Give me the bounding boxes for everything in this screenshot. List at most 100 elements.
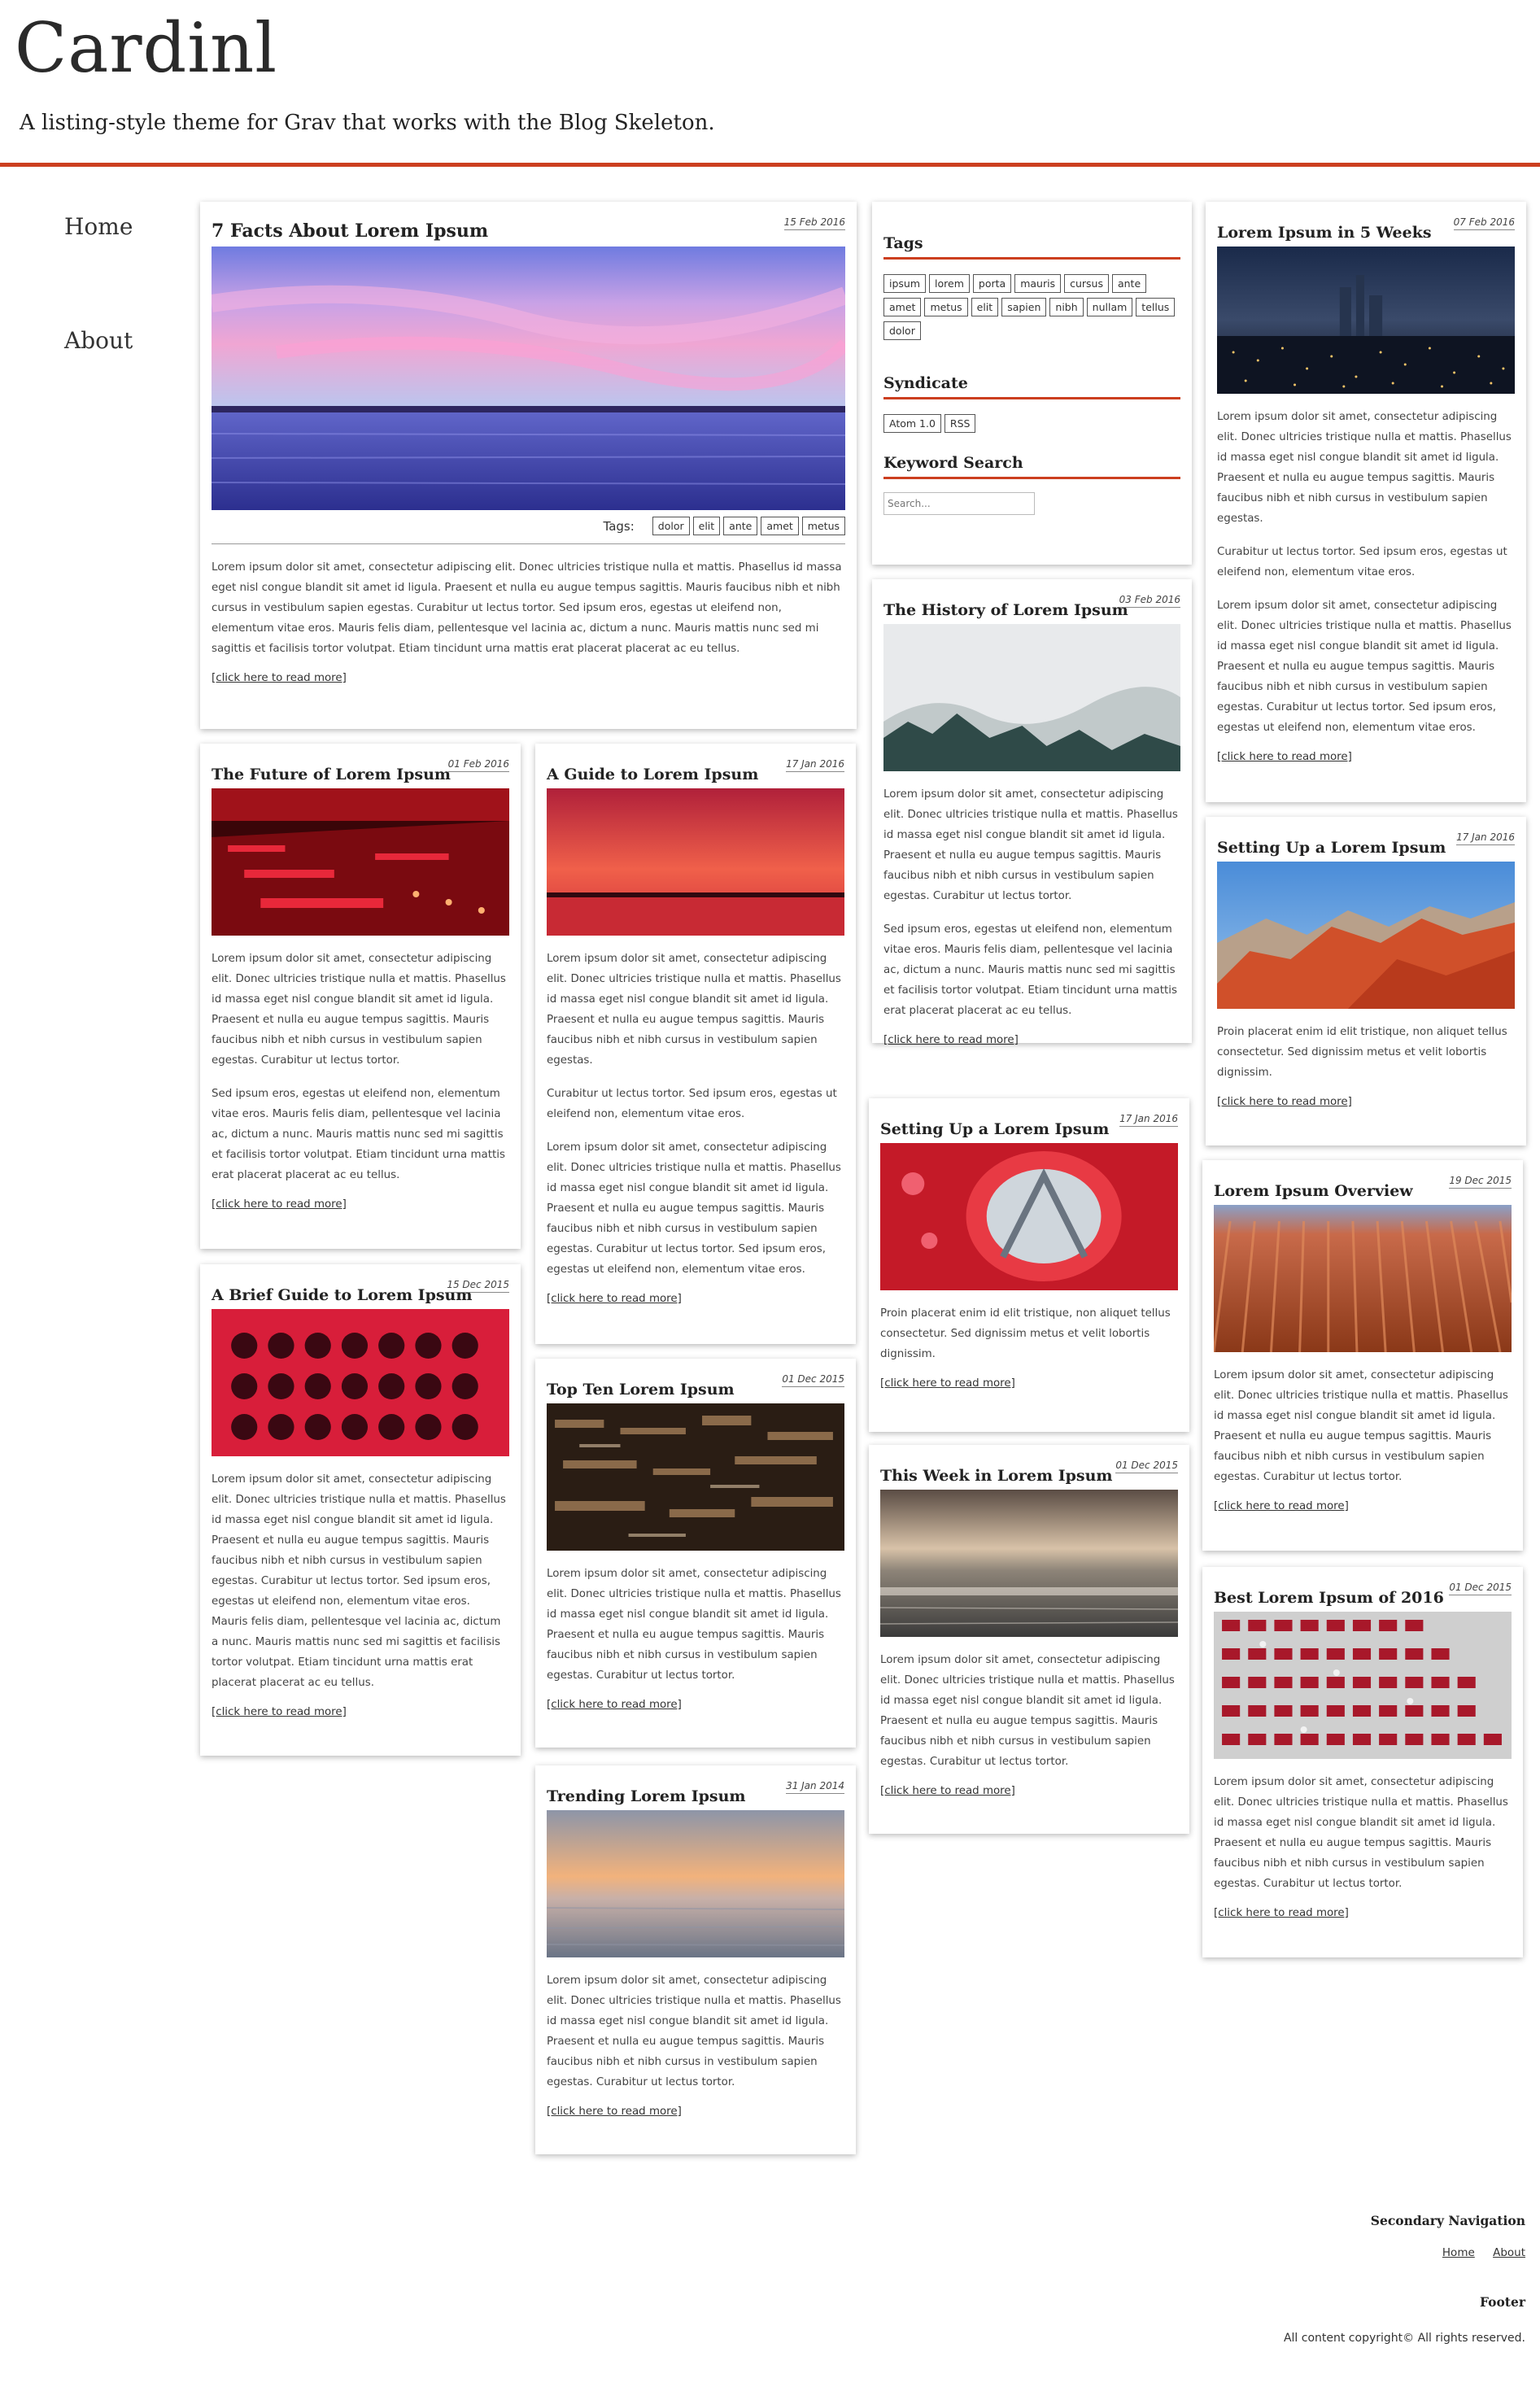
tag-chip[interactable]: ante: [1111, 274, 1147, 293]
post-excerpt: Lorem ipsum dolor sit amet, consectetur …: [1217, 600, 1512, 734]
post-excerpt: Curabitur ut lectus tortor. Sed ipsum er…: [1217, 546, 1507, 578]
post-image[interactable]: [547, 1403, 844, 1551]
post-card: Lorem Ipsum Overview 19 Dec 2015 Lorem i…: [1202, 1160, 1523, 1551]
divider: [212, 543, 845, 544]
syndicate-heading: Syndicate: [883, 374, 1180, 399]
post-date: 17 Jan 2016: [1119, 1113, 1178, 1127]
tag-chip[interactable]: dolor: [652, 517, 690, 535]
tag-chip[interactable]: porta: [972, 274, 1012, 293]
post-excerpt: Lorem ipsum dolor sit amet, consectetur …: [1214, 1776, 1508, 1890]
post-title[interactable]: Lorem Ipsum Overview: [1214, 1182, 1413, 1200]
post-date: 01 Feb 2016: [447, 758, 509, 772]
read-more-link[interactable]: [click here to read more]: [1217, 1096, 1352, 1108]
post-title[interactable]: A Brief Guide to Lorem Ipsum: [212, 1286, 472, 1304]
syndicate-links: Atom 1.0 RSS: [883, 414, 1180, 433]
tag-chip[interactable]: amet: [761, 517, 799, 535]
read-more-link[interactable]: [click here to read more]: [547, 1293, 682, 1305]
read-more-link[interactable]: [click here to read more]: [1214, 1907, 1349, 1919]
secondary-nav-label: Secondary Navigation: [1370, 2213, 1525, 2228]
post-image[interactable]: [212, 247, 845, 510]
post-image[interactable]: [1214, 1612, 1512, 1759]
tag-cloud: ipsum lorem porta mauris cursus ante ame…: [883, 274, 1180, 340]
post-date: 17 Jan 2016: [786, 758, 844, 772]
tag-chip[interactable]: ipsum: [883, 274, 927, 293]
post-title[interactable]: This Week in Lorem Ipsum: [880, 1467, 1113, 1485]
read-more-link[interactable]: [click here to read more]: [883, 1034, 1019, 1046]
post-title[interactable]: Setting Up a Lorem Ipsum: [880, 1120, 1109, 1138]
featured-post-card: 7 Facts About Lorem Ipsum 15 Feb 2016 Ta…: [200, 202, 857, 729]
post-title[interactable]: Lorem Ipsum in 5 Weeks: [1217, 224, 1432, 242]
nav-link-about[interactable]: About: [64, 327, 133, 354]
tag-chip[interactable]: metus: [801, 517, 845, 535]
tag-chip[interactable]: elit: [971, 298, 999, 316]
tag-chip[interactable]: lorem: [929, 274, 970, 293]
tag-chip[interactable]: sapien: [1001, 298, 1047, 316]
site-title[interactable]: Cardinl: [15, 8, 277, 88]
post-title[interactable]: The History of Lorem Ipsum: [883, 601, 1128, 619]
post-excerpt: Lorem ipsum dolor sit amet, consectetur …: [883, 788, 1178, 902]
post-card: Best Lorem Ipsum of 2016 01 Dec 2015 Lor…: [1202, 1567, 1523, 1957]
post-image[interactable]: [212, 788, 509, 936]
tag-chip[interactable]: amet: [883, 298, 922, 316]
post-title[interactable]: A Guide to Lorem Ipsum: [547, 766, 758, 783]
post-excerpt: Lorem ipsum dolor sit amet, consectetur …: [1214, 1369, 1508, 1483]
read-more-link[interactable]: [click here to read more]: [212, 1198, 347, 1211]
post-image[interactable]: [880, 1143, 1178, 1290]
read-more-link[interactable]: [click here to read more]: [212, 1706, 347, 1718]
read-more-link[interactable]: [click here to read more]: [880, 1377, 1015, 1390]
read-more-link[interactable]: [click here to read more]: [880, 1785, 1015, 1797]
read-more-link[interactable]: [click here to read more]: [1214, 1500, 1349, 1512]
tag-chip[interactable]: tellus: [1136, 298, 1176, 316]
tag-chip[interactable]: dolor: [883, 321, 921, 340]
post-date: 17 Jan 2016: [1456, 831, 1515, 845]
post-title[interactable]: Best Lorem Ipsum of 2016: [1214, 1589, 1444, 1607]
tag-chip[interactable]: metus: [924, 298, 968, 316]
nav-link-home[interactable]: Home: [64, 213, 133, 240]
post-image[interactable]: [880, 1490, 1178, 1637]
post-image[interactable]: [212, 1309, 509, 1456]
post-card: Lorem Ipsum in 5 Weeks 07 Feb 2016 Lorem…: [1206, 202, 1526, 802]
sidebar-card: Tags ipsum lorem porta mauris cursus ant…: [872, 202, 1192, 565]
post-title[interactable]: The Future of Lorem Ipsum: [212, 766, 451, 783]
tag-chip[interactable]: nullam: [1086, 298, 1133, 316]
post-title[interactable]: Top Ten Lorem Ipsum: [547, 1381, 735, 1399]
read-more-link[interactable]: [click here to read more]: [547, 2106, 682, 2118]
tag-chip[interactable]: elit: [692, 517, 721, 535]
tag-chip[interactable]: ante: [723, 517, 758, 535]
post-excerpt: Lorem ipsum dolor sit amet, consectetur …: [880, 1654, 1175, 1768]
post-title[interactable]: Setting Up a Lorem Ipsum: [1217, 839, 1446, 857]
post-card: A Guide to Lorem Ipsum 17 Jan 2016 Lorem…: [535, 744, 856, 1344]
post-image[interactable]: [1217, 247, 1515, 394]
post-title[interactable]: 7 Facts About Lorem Ipsum: [212, 220, 488, 242]
post-image[interactable]: [547, 788, 844, 936]
post-image[interactable]: [547, 1810, 844, 1957]
post-date: 07 Feb 2016: [1453, 216, 1515, 230]
post-card: The History of Lorem Ipsum 03 Feb 2016 L…: [872, 579, 1192, 1046]
post-card: This Week in Lorem Ipsum 01 Dec 2015 Lor…: [869, 1445, 1189, 1834]
post-title[interactable]: Trending Lorem Ipsum: [547, 1787, 746, 1805]
read-more-link[interactable]: [click here to read more]: [1217, 751, 1352, 763]
post-excerpt: Lorem ipsum dolor sit amet, consectetur …: [212, 1473, 506, 1689]
search-input[interactable]: [883, 492, 1035, 515]
post-card: Top Ten Lorem Ipsum 01 Dec 2015 Lorem ip…: [535, 1359, 856, 1748]
tag-chip[interactable]: mauris: [1014, 274, 1062, 293]
header-divider: [0, 163, 1540, 167]
post-image[interactable]: [1214, 1205, 1512, 1352]
post-image[interactable]: [1217, 862, 1515, 1009]
secondary-navigation: Secondary Navigation Home About: [1371, 2213, 1525, 2259]
tag-chip[interactable]: cursus: [1064, 274, 1109, 293]
post-image[interactable]: [883, 624, 1180, 771]
tag-chip[interactable]: nibh: [1049, 298, 1084, 316]
footer-link-about[interactable]: About: [1493, 2246, 1525, 2259]
read-more-link[interactable]: [click here to read more]: [547, 1699, 682, 1711]
tags-heading: Tags: [883, 234, 1180, 260]
post-date: 15 Feb 2016: [783, 216, 845, 230]
post-date: 03 Feb 2016: [1119, 594, 1180, 608]
rss-feed-link[interactable]: RSS: [944, 414, 976, 433]
post-excerpt: Proin placerat enim id elit tristique, n…: [880, 1307, 1171, 1360]
atom-feed-link[interactable]: Atom 1.0: [883, 414, 941, 433]
tags-label: Tags:: [603, 518, 635, 534]
post-card: Trending Lorem Ipsum 31 Jan 2014 Lorem i…: [535, 1765, 856, 2154]
footer-link-home[interactable]: Home: [1442, 2246, 1475, 2259]
read-more-link[interactable]: [click here to read more]: [212, 672, 347, 684]
